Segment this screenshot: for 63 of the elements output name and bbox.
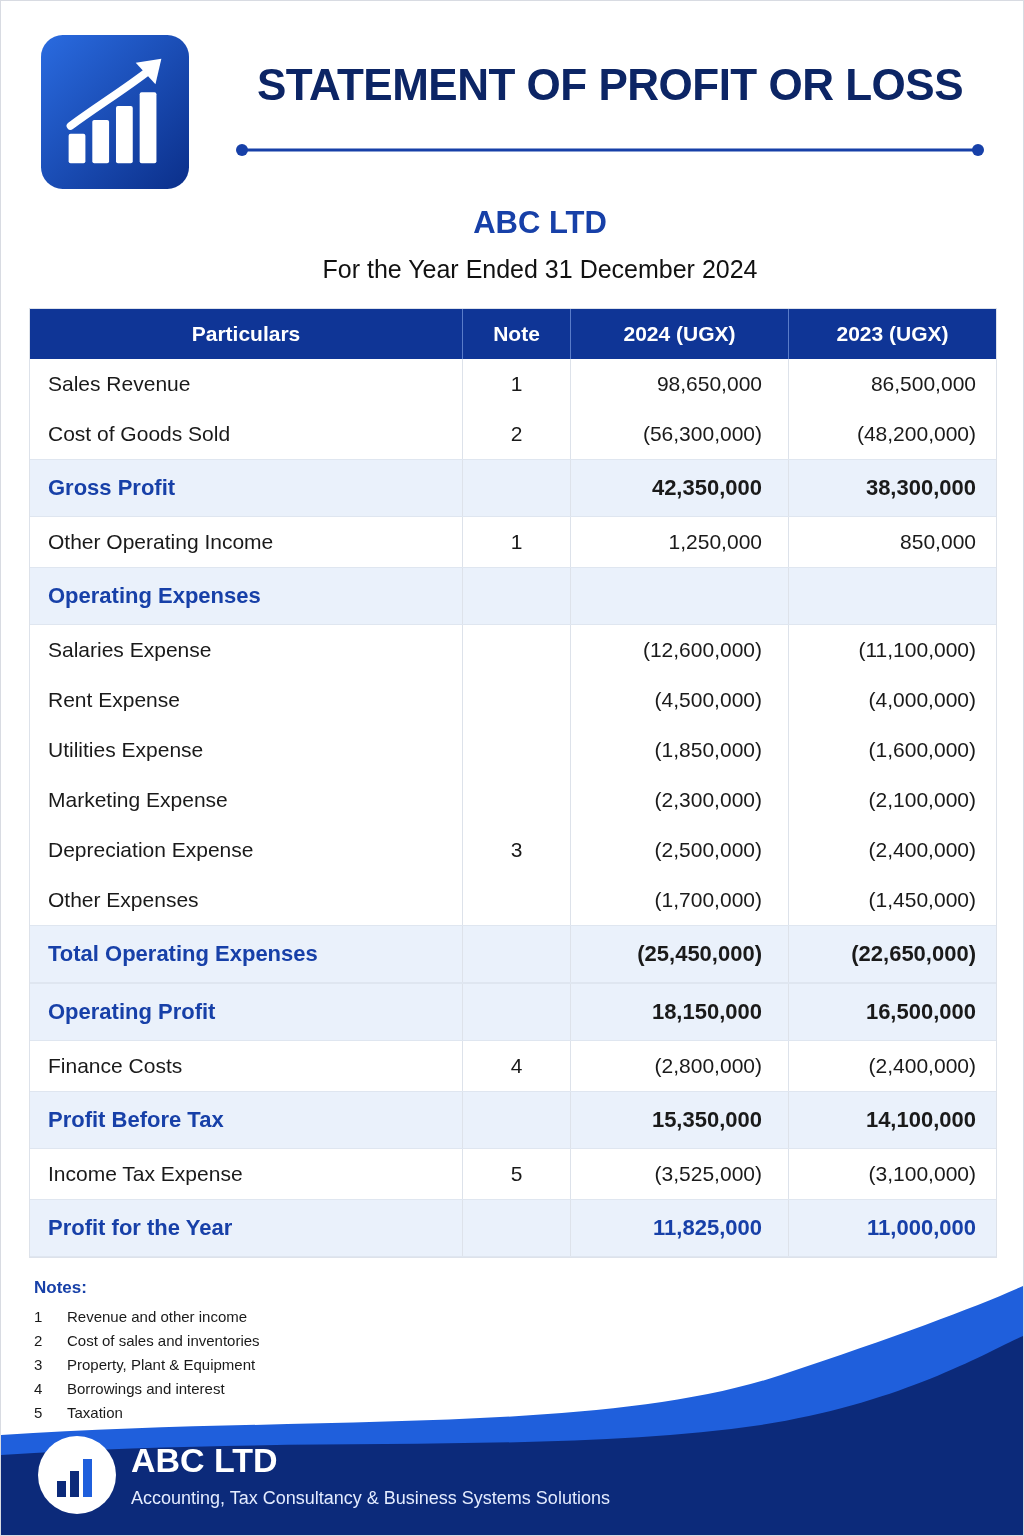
- notes-title: Notes:: [34, 1278, 88, 1298]
- row-label: Income Tax Expense: [47, 1161, 244, 1187]
- amount-cell: (2,100,000): [788, 775, 996, 825]
- row-label: Other Expenses: [47, 887, 200, 913]
- row-label: Rent Expense: [47, 687, 181, 713]
- note-text: Revenue and other income: [67, 1307, 248, 1325]
- amount-cell: 15,350,000: [570, 1092, 788, 1148]
- row-label: Salaries Expense: [47, 637, 213, 663]
- amount-cell: (1,600,000): [788, 725, 996, 775]
- amount-cell: 11,000,000: [788, 1200, 996, 1256]
- note-text: Property, Plant & Equipment: [67, 1355, 256, 1373]
- row-label: Total Operating Expenses: [47, 940, 319, 968]
- statement-title: STATEMENT OF PROFIT OR LOSS: [257, 59, 963, 111]
- amount-cell: 38,300,000: [788, 460, 996, 516]
- amount-cell: (11,100,000): [788, 625, 996, 675]
- note-number: 2: [34, 1331, 44, 1349]
- bar-chart-icon: [37, 1435, 117, 1515]
- row-label: Other Operating Income: [47, 529, 275, 555]
- amount-cell: 16,500,000: [788, 984, 996, 1040]
- note-text: Taxation: [67, 1403, 123, 1421]
- amount-cell: (2,300,000): [570, 775, 788, 825]
- row-label: Depreciation Expense: [47, 837, 255, 863]
- row-label: Marketing Expense: [47, 787, 229, 813]
- row-label: Cost of Goods Sold: [47, 421, 232, 447]
- amount-cell: (22,650,000): [788, 926, 996, 982]
- growth-chart-icon: [41, 35, 189, 189]
- note-number: 1: [34, 1307, 44, 1325]
- note-cell: 1: [462, 359, 570, 409]
- amount-cell: (12,600,000): [570, 625, 788, 675]
- column-header: Note: [462, 309, 570, 359]
- row-label: Operating Profit: [47, 998, 217, 1026]
- amount-cell: (1,850,000): [570, 725, 788, 775]
- note-number: 4: [34, 1379, 44, 1397]
- amount-cell: 14,100,000: [788, 1092, 996, 1148]
- amount-cell: (25,450,000): [570, 926, 788, 982]
- amount-cell: 18,150,000: [570, 984, 788, 1040]
- note-cell: 3: [462, 825, 570, 875]
- amount-cell: (2,400,000): [788, 825, 996, 875]
- amount-cell: 86,500,000: [788, 359, 996, 409]
- footer-company-name: ABC LTD: [131, 1441, 279, 1480]
- amount-cell: (4,500,000): [570, 675, 788, 725]
- note-number: 3: [34, 1355, 44, 1373]
- column-header: 2024 (UGX): [570, 309, 788, 359]
- amount-cell: (4,000,000): [788, 675, 996, 725]
- column-header: Particulars: [190, 321, 302, 347]
- row-label: Profit Before Tax: [47, 1106, 225, 1134]
- row-label: Profit for the Year: [47, 1214, 234, 1242]
- row-label: Utilities Expense: [47, 737, 205, 763]
- row-label: Operating Expenses: [47, 582, 262, 610]
- amount-cell: (2,500,000): [570, 825, 788, 875]
- period-subtitle: For the Year Ended 31 December 2024: [321, 255, 759, 284]
- company-name: ABC LTD: [472, 205, 608, 241]
- note-text: Borrowings and interest: [67, 1379, 225, 1397]
- note-text: Cost of sales and inventories: [67, 1331, 260, 1349]
- amount-cell: 42,350,000: [570, 460, 788, 516]
- row-label: Gross Profit: [47, 474, 177, 502]
- footer-tagline: Accounting, Tax Consultancy & Business Systems Solutions: [131, 1488, 610, 1509]
- row-label: Sales Revenue: [47, 371, 192, 397]
- note-number: 5: [34, 1403, 44, 1421]
- amount-cell: 11,825,000: [570, 1200, 788, 1256]
- amount-cell: 98,650,000: [570, 359, 788, 409]
- column-header: 2023 (UGX): [788, 309, 996, 359]
- row-label: Finance Costs: [47, 1053, 184, 1079]
